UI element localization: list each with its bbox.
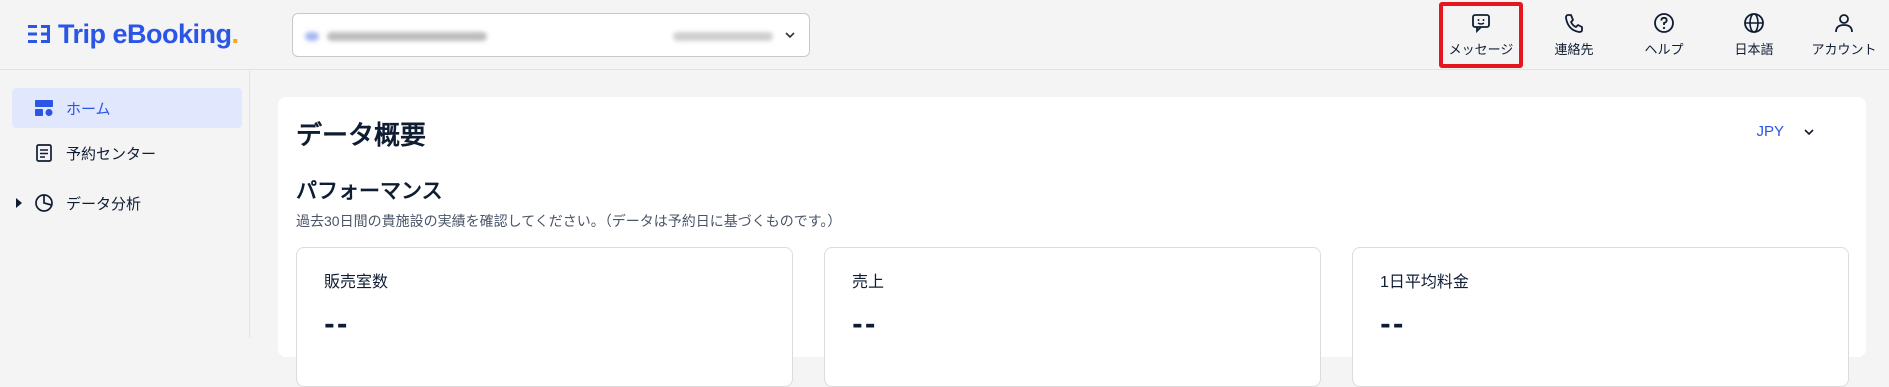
top-nav: メッセージ 連絡先 ヘルプ 日本語 アカウント [1439, 0, 1889, 70]
document-icon [36, 144, 52, 162]
sidebar-item-label: 予約センター [66, 145, 157, 163]
section-title: パフォーマンス [296, 179, 443, 203]
hotel-name-redacted [327, 32, 487, 41]
metric-value: -- [852, 310, 878, 340]
message-icon [1472, 14, 1490, 34]
nav-messages[interactable]: メッセージ [1439, 2, 1523, 68]
nav-messages-label: メッセージ [1448, 42, 1514, 57]
nav-account[interactable]: アカウント [1799, 0, 1889, 70]
hotel-selector-dropdown[interactable] [292, 13, 810, 57]
metric-value: -- [324, 310, 350, 340]
nav-language-label: 日本語 [1734, 42, 1774, 57]
dashboard-icon [35, 100, 53, 116]
logo-mark-icon [28, 25, 50, 43]
chevron-down-icon [785, 32, 795, 39]
sidebar-item-analytics[interactable]: データ分析 [12, 183, 242, 223]
section-description: 過去30日間の貴施設の実績を確認してください。（データは予約日に基づくものです。… [296, 213, 842, 229]
nav-help-label: ヘルプ [1644, 42, 1684, 57]
main-panel: データ概要 JPY パフォーマンス 過去30日間の貴施設の実績を確認してください… [278, 97, 1866, 387]
hotel-id-redacted [673, 32, 773, 41]
nav-language[interactable]: 日本語 [1709, 0, 1799, 70]
nav-help[interactable]: ヘルプ [1619, 0, 1709, 70]
phone-icon [1565, 14, 1583, 33]
globe-icon [1744, 13, 1764, 33]
nav-contacts[interactable]: 連絡先 [1529, 0, 1619, 70]
nav-contacts-label: 連絡先 [1554, 42, 1594, 57]
sidebar-item-label: ホーム [66, 100, 111, 118]
pie-chart-icon [35, 194, 53, 212]
currency-value: JPY [1756, 123, 1784, 140]
metric-card-adr: 1日平均料金 -- [1352, 247, 1849, 387]
metric-card-revenue: 売上 -- [824, 247, 1321, 387]
top-header: Trip eBooking. メッセージ 連絡先 ヘルプ 日本語 アカウント [0, 0, 1889, 70]
sidebar-item-reservations[interactable]: 予約センター [12, 133, 242, 173]
metric-label: 販売室数 [324, 274, 389, 291]
sidebar-item-label: データ分析 [66, 195, 142, 213]
metric-card-rooms-sold: 販売室数 -- [296, 247, 793, 387]
metric-label: 売上 [852, 274, 885, 291]
sidebar-item-home[interactable]: ホーム [12, 88, 242, 128]
sidebar: ホーム 予約センター データ分析 [0, 71, 250, 338]
hotel-name-redacted [305, 32, 319, 41]
logo-text: Trip eBooking. [58, 18, 239, 49]
page-title: データ概要 [296, 121, 427, 151]
chevron-down-icon [1804, 128, 1814, 135]
metric-label: 1日平均料金 [1380, 274, 1469, 291]
currency-selector[interactable]: JPY [1756, 123, 1816, 140]
account-icon [1835, 14, 1853, 33]
help-icon [1654, 13, 1674, 33]
metric-value: -- [1380, 310, 1406, 340]
nav-account-label: アカウント [1811, 42, 1877, 57]
logo[interactable]: Trip eBooking. [28, 18, 239, 50]
